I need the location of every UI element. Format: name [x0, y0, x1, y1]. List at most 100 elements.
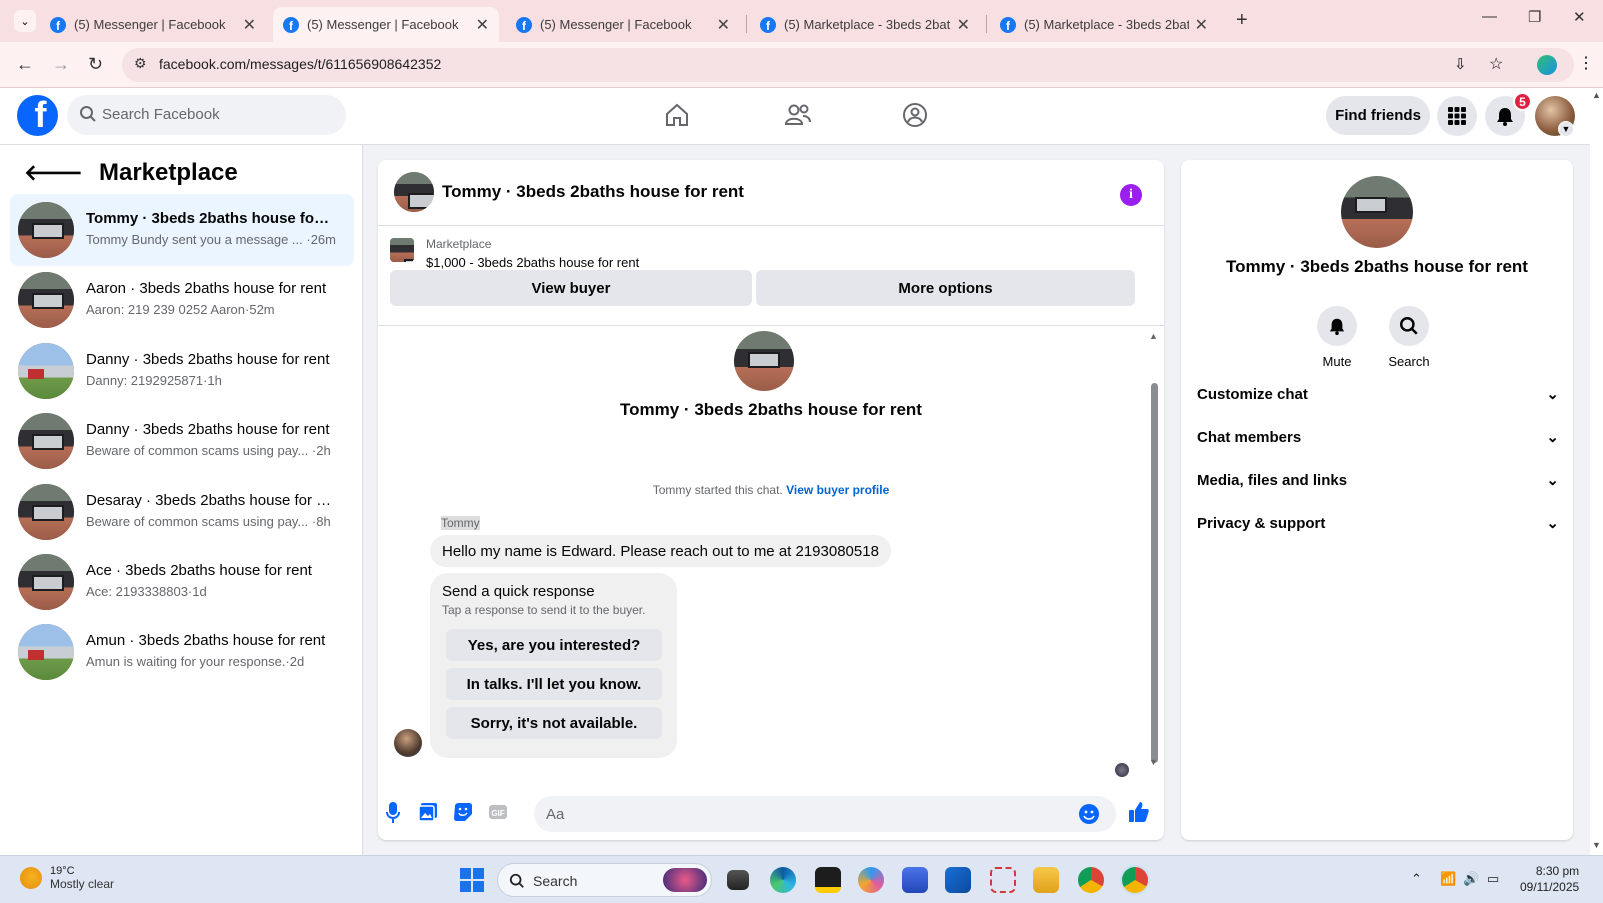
browser-tab-3[interactable]: f (5) Messenger | Facebook ✕ — [506, 7, 740, 42]
snipping-tool-icon[interactable] — [990, 867, 1016, 893]
tab-close-icon[interactable]: ✕ — [957, 15, 970, 35]
chevron-down-icon: ⌄ — [1546, 429, 1559, 446]
scroll-up-icon[interactable]: ▲ — [1592, 90, 1601, 100]
address-bar-row: ← → ↻ ⚙ facebook.com/messages/t/61165690… — [0, 42, 1603, 88]
conversation-item[interactable]: Ace · 3beds 2baths house for rent Ace: 21… — [10, 546, 354, 618]
emoji-icon[interactable] — [1078, 803, 1100, 825]
chevron-down-icon: ⌄ — [1546, 515, 1559, 532]
sticky-notes-icon[interactable] — [815, 867, 841, 893]
scrollbar-thumb[interactable] — [1151, 383, 1158, 763]
chat-title[interactable]: Tommy · 3beds 2baths house for rent — [442, 182, 744, 202]
tab-close-icon[interactable]: ✕ — [717, 15, 730, 35]
task-view-icon[interactable] — [727, 870, 749, 890]
chrome-icon[interactable] — [1078, 867, 1104, 893]
sticker-icon[interactable] — [453, 802, 473, 822]
conversation-item[interactable]: Danny · 3beds 2baths house for rent Bewar… — [10, 405, 354, 477]
groups-icon[interactable] — [902, 102, 928, 128]
reload-icon[interactable]: ↻ — [88, 54, 103, 75]
menu-grid-button[interactable] — [1437, 96, 1477, 136]
tab-close-icon[interactable]: ✕ — [476, 15, 489, 35]
restore-icon[interactable]: ❐ — [1528, 8, 1541, 26]
tab-close-icon[interactable]: ✕ — [1195, 15, 1208, 35]
marketplace-listing-bar: Marketplace $1,000 - 3beds 2baths house … — [378, 226, 1164, 326]
info-avatar[interactable] — [1341, 176, 1413, 248]
weather-widget[interactable]: 19°C Mostly clear — [20, 865, 114, 891]
window-close-icon[interactable]: ✕ — [1573, 8, 1586, 26]
info-icon[interactable]: i — [1120, 184, 1142, 206]
conversation-title: Tommy · 3beds 2baths house for rent — [86, 210, 334, 227]
profile-icon[interactable] — [1537, 55, 1557, 75]
conversation-item[interactable]: Desaray · 3beds 2baths house for rent Bew… — [10, 476, 354, 548]
browser-tab-5[interactable]: f (5) Marketplace - 3beds 2baths ✕ — [990, 7, 1218, 42]
quick-response-button[interactable]: Yes, are you interested? — [446, 629, 662, 661]
scroll-up-icon[interactable]: ▲ — [1149, 331, 1158, 341]
listing-title[interactable]: $1,000 - 3beds 2baths house for rent — [426, 255, 639, 270]
scroll-down-icon[interactable]: ▼ — [1149, 757, 1158, 767]
chat-avatar[interactable] — [394, 172, 434, 212]
wifi-icon[interactable]: 📶 — [1440, 871, 1456, 887]
new-tab-icon[interactable]: + — [1236, 9, 1248, 32]
quick-response-button[interactable]: In talks. I'll let you know. — [446, 668, 662, 700]
tab-close-icon[interactable]: ✕ — [243, 15, 256, 35]
friends-icon[interactable] — [784, 102, 812, 128]
browser-tab-1[interactable]: f (5) Messenger | Facebook ✕ — [40, 7, 266, 42]
facebook-search-input[interactable]: Search Facebook — [67, 95, 346, 135]
search-in-chat-button[interactable] — [1389, 306, 1429, 346]
view-buyer-button[interactable]: View buyer — [390, 270, 752, 306]
microsoft-store-icon[interactable] — [902, 867, 928, 893]
tab-search-button[interactable]: ⌄ — [14, 10, 36, 32]
customize-chat-section[interactable]: Customize chat ⌄ — [1197, 385, 1559, 404]
view-buyer-profile-link[interactable]: View buyer profile — [786, 483, 889, 497]
conversation-item[interactable]: Amun · 3beds 2baths house for rent Amun i… — [10, 616, 354, 688]
more-options-button[interactable]: More options — [756, 270, 1135, 306]
marketplace-label: Marketplace — [426, 237, 492, 251]
taskbar-search[interactable]: Search — [497, 863, 712, 897]
tab-title: (5) Messenger | Facebook — [540, 17, 692, 32]
conversation-item[interactable]: Tommy · 3beds 2baths house for rent Tommy… — [10, 194, 354, 266]
find-friends-button[interactable]: Find friends — [1326, 96, 1430, 135]
system-clock[interactable]: 8:30 pm 09/11/2025 — [1520, 863, 1579, 895]
message-input[interactable]: Aa — [534, 796, 1116, 832]
scroll-down-icon[interactable]: ▼ — [1592, 840, 1601, 850]
volume-icon[interactable]: 🔊 — [1463, 871, 1479, 887]
quick-response-button[interactable]: Sorry, it's not available. — [446, 707, 662, 739]
photo-icon[interactable] — [418, 802, 438, 822]
microphone-icon[interactable] — [386, 802, 400, 824]
bookmark-star-icon[interactable]: ☆ — [1489, 54, 1503, 74]
gif-icon[interactable]: GIF — [488, 802, 508, 822]
site-info-icon[interactable]: ⚙ — [134, 55, 147, 72]
media-files-section[interactable]: Media, files and links ⌄ — [1197, 471, 1559, 490]
conversation-item[interactable]: Aaron · 3beds 2baths house for rent Aaron… — [10, 264, 354, 336]
chrome-profile-icon[interactable] — [1122, 867, 1148, 893]
forward-icon[interactable]: → — [52, 54, 70, 75]
facebook-logo[interactable]: f — [17, 95, 58, 136]
back-icon[interactable]: ← — [16, 54, 34, 75]
message-bubble[interactable]: Hello my name is Edward. Please reach ou… — [430, 535, 891, 567]
url-bar[interactable]: ⚙ facebook.com/messages/t/61165690864235… — [122, 48, 1574, 82]
clock-date: 09/11/2025 — [1520, 880, 1580, 894]
page-scrollbar[interactable]: ▲ ▼ — [1590, 88, 1603, 855]
mute-button[interactable] — [1317, 306, 1357, 346]
copilot-icon[interactable] — [858, 867, 884, 893]
thumbs-up-icon[interactable] — [1128, 801, 1150, 823]
back-arrow-icon[interactable]: 🡐 — [24, 160, 83, 186]
browser-tab-2[interactable]: f (5) Messenger | Facebook ✕ — [273, 7, 499, 42]
file-explorer-icon[interactable] — [1033, 867, 1059, 893]
edge-browser-icon[interactable] — [770, 867, 796, 893]
listing-thumbnail[interactable] — [390, 238, 414, 262]
search-highlight-image — [663, 868, 707, 892]
browser-tab-4[interactable]: f (5) Marketplace - 3beds 2baths ✕ — [750, 7, 980, 42]
thread-scrollbar[interactable]: ▲ ▼ — [1149, 331, 1159, 771]
start-windows-icon[interactable] — [460, 868, 484, 892]
tray-overflow-icon[interactable]: ⌃ — [1411, 871, 1422, 887]
chat-members-section[interactable]: Chat members ⌄ — [1197, 428, 1559, 447]
outlook-icon[interactable] — [945, 867, 971, 893]
install-app-icon[interactable]: ⇩ — [1454, 55, 1467, 73]
home-icon[interactable] — [664, 102, 690, 128]
minimize-icon[interactable]: — — [1482, 8, 1497, 25]
battery-icon[interactable]: ▭ — [1487, 871, 1499, 887]
privacy-support-section[interactable]: Privacy & support ⌄ — [1197, 514, 1559, 533]
browser-menu-icon[interactable]: ⋮ — [1578, 53, 1594, 73]
account-chevron-icon[interactable]: ▼ — [1558, 121, 1574, 137]
conversation-item[interactable]: Danny · 3beds 2baths house for rent Danny… — [10, 335, 354, 407]
